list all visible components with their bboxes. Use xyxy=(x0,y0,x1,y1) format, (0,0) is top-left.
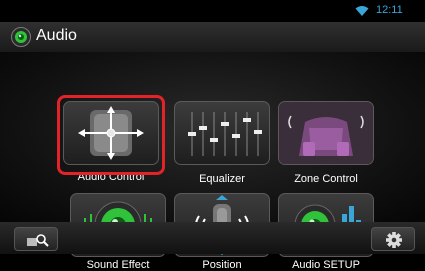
settings-button[interactable] xyxy=(371,227,415,251)
equalizer-label: Equalizer xyxy=(199,173,245,185)
title-bar: Audio xyxy=(0,22,425,52)
selection-highlight xyxy=(57,95,165,175)
audio-menu: Audio Control Equalizer Zone Control Sou… xyxy=(0,52,425,271)
clock: 12:11 xyxy=(376,4,403,16)
zone-control-label: Zone Control xyxy=(294,173,358,185)
status-bar: 12:11 xyxy=(0,0,425,22)
equalizer-button[interactable] xyxy=(174,101,270,165)
wifi-icon xyxy=(355,6,369,16)
equalizer-icon xyxy=(188,112,262,156)
audio-app-icon xyxy=(11,27,31,47)
source-search-button[interactable] xyxy=(14,227,58,251)
page-title: Audio xyxy=(36,27,77,44)
audio-setup-label: Audio SETUP xyxy=(292,259,360,271)
zone-control-button[interactable] xyxy=(278,101,374,165)
settings-gear-icon xyxy=(386,232,402,248)
zone-control-icon xyxy=(279,102,373,164)
bottom-bar xyxy=(0,222,425,254)
sound-effect-label: Sound Effect xyxy=(86,259,150,271)
source-search-icon xyxy=(27,234,49,247)
position-label: Position xyxy=(202,259,242,271)
